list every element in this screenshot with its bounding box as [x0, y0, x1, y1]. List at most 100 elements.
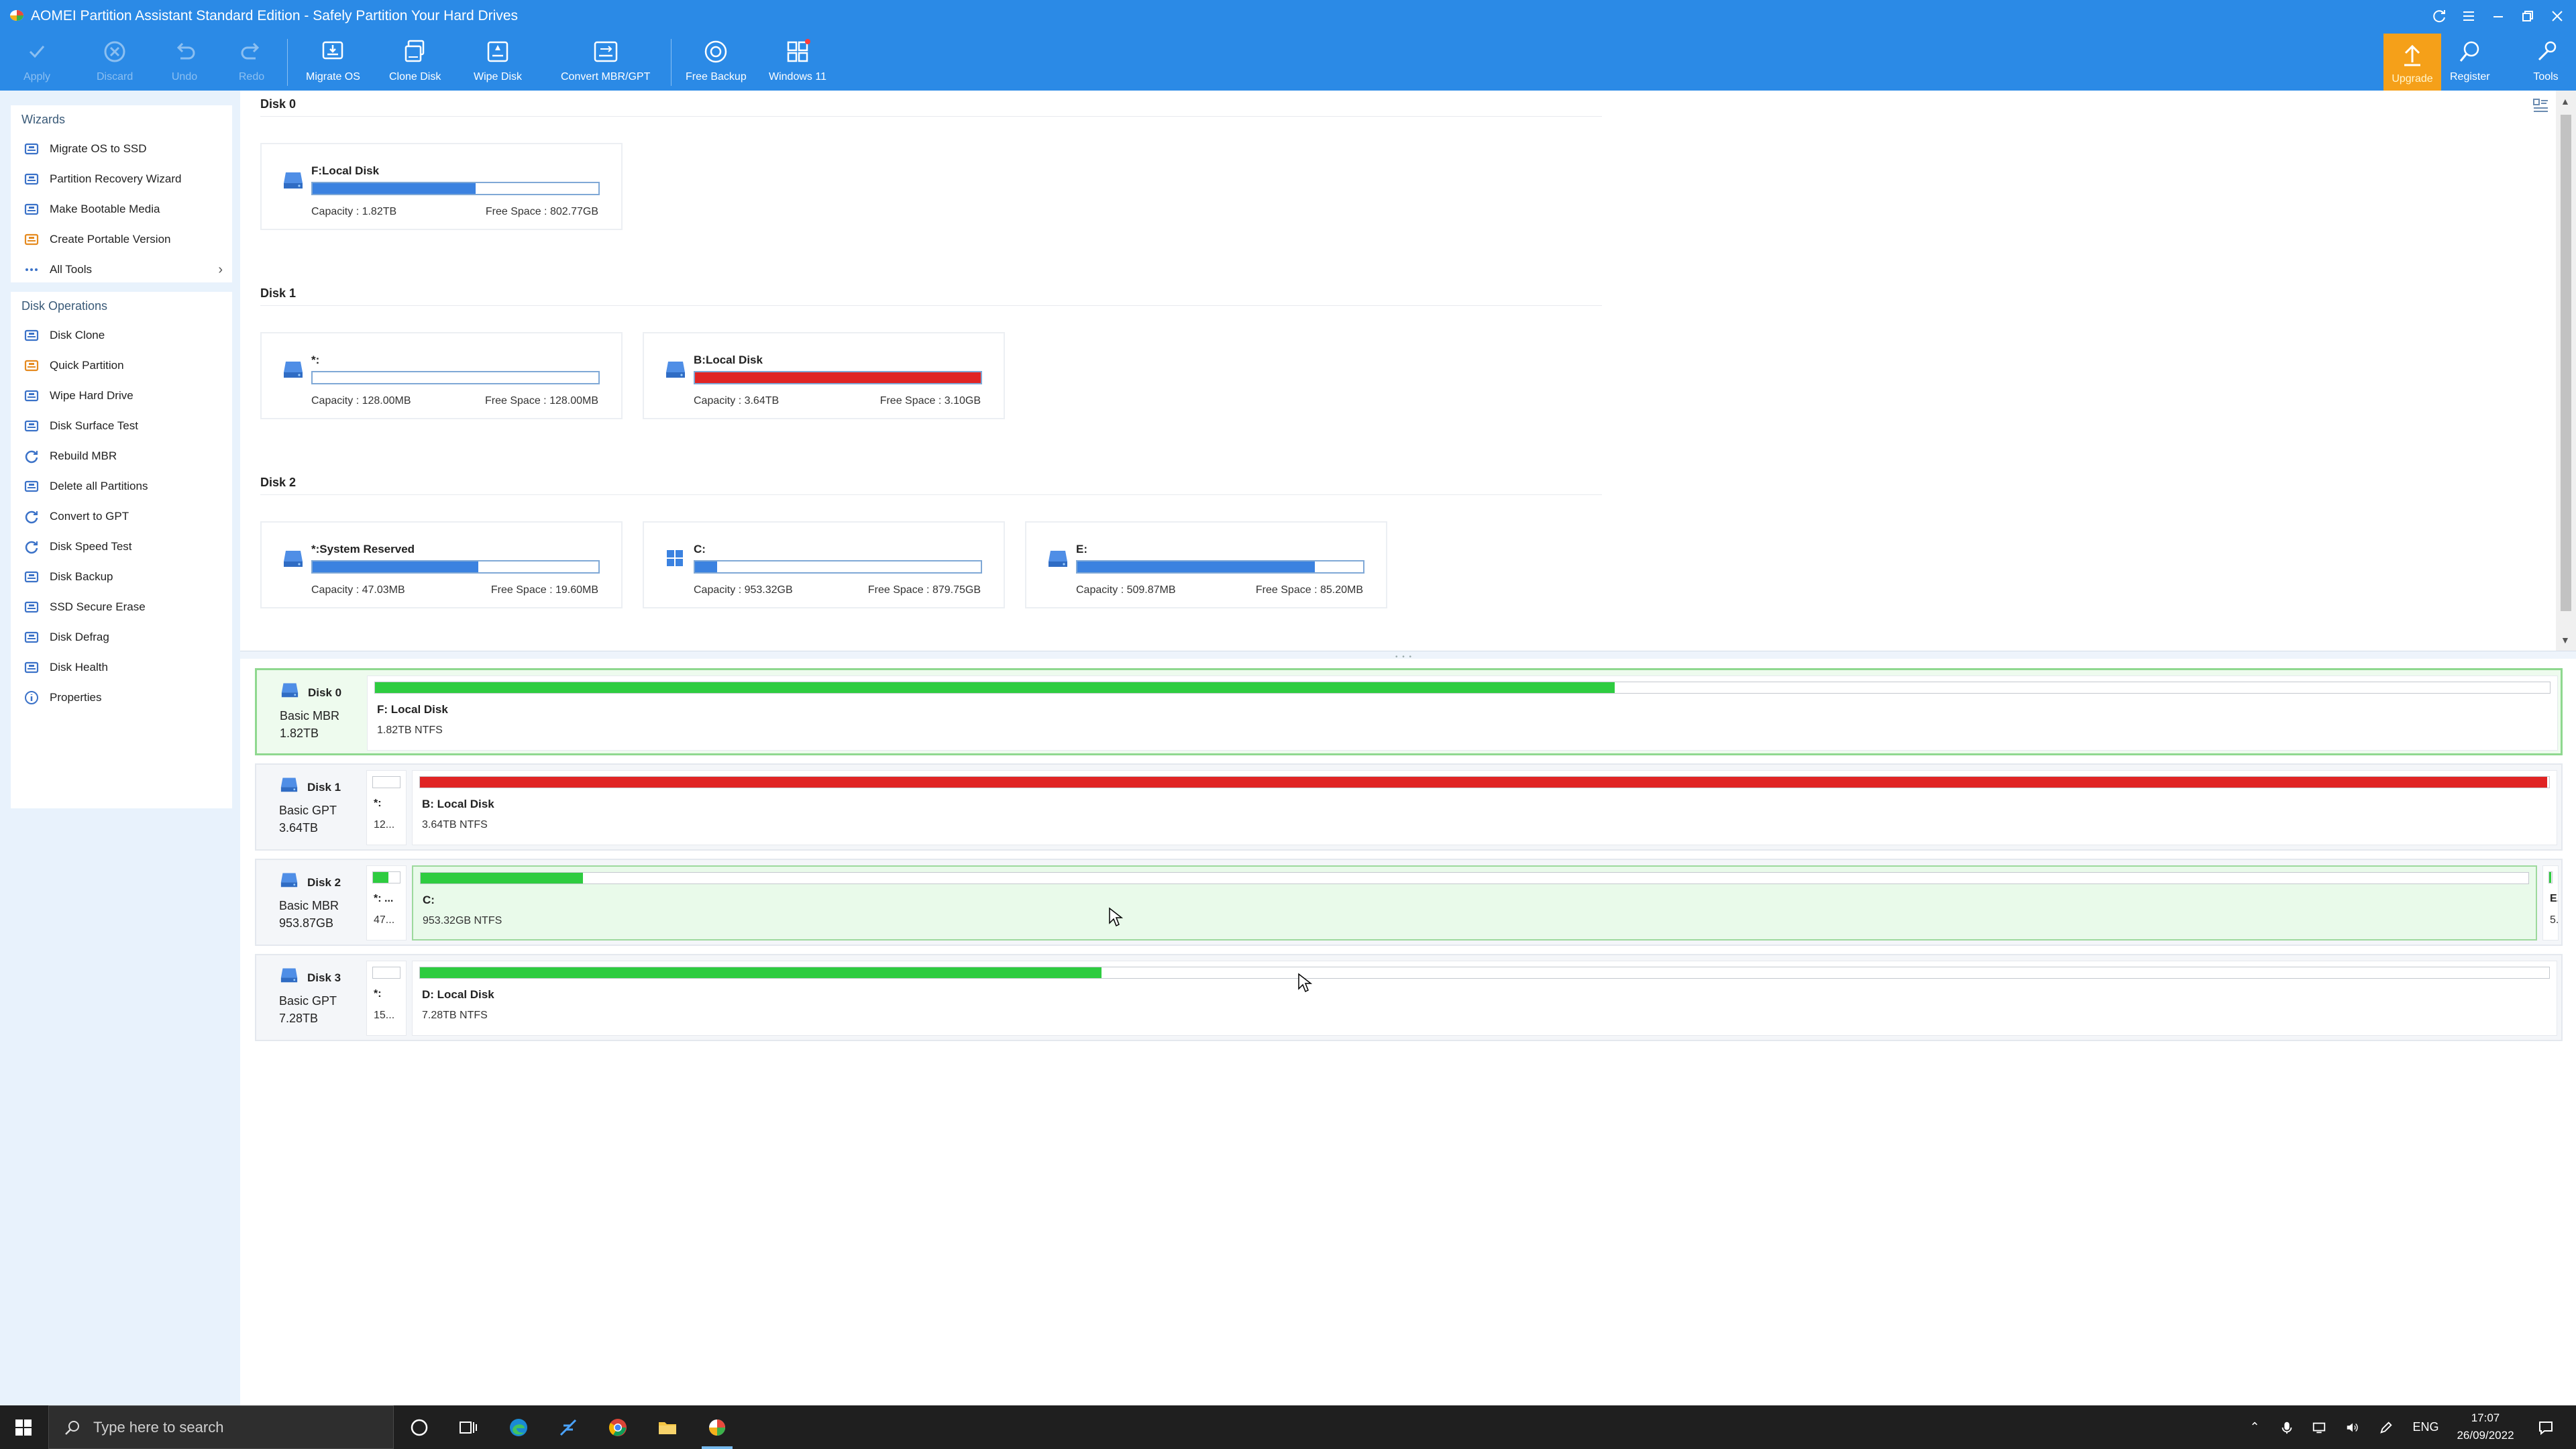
tools-button[interactable]: Tools: [2529, 35, 2563, 90]
sidebar-item-create-portable-version[interactable]: Create Portable Version: [11, 224, 232, 254]
sidebar-item-convert-to-gpt[interactable]: Convert to GPT: [11, 501, 232, 531]
scroll-up-icon[interactable]: ▲: [2561, 96, 2570, 107]
wipe-disk-button[interactable]: Wipe Disk: [474, 35, 522, 90]
view-toggle-icon[interactable]: [2532, 97, 2549, 115]
sidebar-item-all-tools[interactable]: All Tools ›: [11, 254, 232, 284]
partition-name: E:: [1076, 543, 1087, 555]
sidebar-item-disk-speed-test[interactable]: Disk Speed Test: [11, 531, 232, 561]
disk-type: Basic GPT: [279, 804, 337, 817]
network-tray-button[interactable]: [2308, 1405, 2330, 1449]
microphone-tray-button[interactable]: [2275, 1405, 2298, 1449]
start-button[interactable]: [0, 1405, 47, 1449]
redo-button[interactable]: Redo: [235, 35, 268, 90]
partition-block[interactable]: *: 15...: [366, 961, 407, 1036]
sidebar-item-ssd-secure-erase[interactable]: SSD Secure Erase: [11, 592, 232, 622]
sidebar-item-label: Make Bootable Media: [50, 202, 160, 215]
app-taskbar-button[interactable]: [543, 1405, 593, 1449]
sidebar-item-delete-all-partitions[interactable]: Delete all Partitions: [11, 471, 232, 501]
minimize-button[interactable]: [2486, 5, 2510, 27]
sidebar-item-disk-clone[interactable]: Disk Clone: [11, 320, 232, 350]
sidebar-item-label: Quick Partition: [50, 358, 124, 372]
task-view-button[interactable]: [443, 1405, 492, 1449]
sidebar-item-quick-partition[interactable]: Quick Partition: [11, 350, 232, 380]
volume-tray-button[interactable]: [2341, 1405, 2364, 1449]
close-button[interactable]: [2545, 5, 2569, 27]
cortana-button[interactable]: [394, 1405, 444, 1449]
notifications-button[interactable]: [2529, 1405, 2563, 1449]
show-hidden-icons-button[interactable]: ⌃: [2243, 1405, 2266, 1449]
partition-block[interactable]: *: 12...: [366, 770, 407, 845]
sidebar-item-disk-defrag[interactable]: Disk Defrag: [11, 622, 232, 652]
undo-icon: [176, 42, 195, 60]
register-button[interactable]: Register: [2450, 35, 2490, 90]
partition-card[interactable]: E: Capacity : 509.87MB Free Space : 85.20M…: [1025, 521, 1387, 608]
sidebar-item-disk-surface-test[interactable]: Disk Surface Test: [11, 411, 232, 441]
sidebar-item-make-bootable-media[interactable]: Make Bootable Media: [11, 194, 232, 224]
disk-info[interactable]: Disk 3 Basic GPT 7.28TB: [256, 955, 364, 1040]
disk-info[interactable]: Disk 2 Basic MBR 953.87GB: [256, 860, 364, 945]
partition-card[interactable]: B:Local Disk Capacity : 3.64TB Free Space …: [643, 332, 1005, 419]
sidebar-item-disk-health[interactable]: Disk Health: [11, 652, 232, 682]
migrate-os-button[interactable]: Migrate OS: [306, 35, 360, 90]
scroll-down-icon[interactable]: ▼: [2561, 635, 2570, 645]
secure-erase-icon: [24, 601, 39, 612]
windows11-label: Windows 11: [769, 71, 826, 83]
sidebar-item-label: Migrate OS to SSD: [50, 142, 147, 155]
undo-button[interactable]: Undo: [168, 35, 201, 90]
aomei-taskbar-button[interactable]: [692, 1405, 742, 1449]
menu-button[interactable]: [2457, 5, 2481, 27]
partition-card[interactable]: F:Local Disk Capacity : 1.82TB Free Space …: [260, 143, 623, 230]
chrome-taskbar-button[interactable]: [593, 1405, 643, 1449]
partition-description: 47...: [374, 914, 395, 926]
partition-block[interactable]: *: ... 47...: [366, 865, 407, 941]
vertical-scrollbar[interactable]: ▲ ▼: [2556, 91, 2576, 651]
sidebar-item-wipe-hard-drive[interactable]: Wipe Hard Drive: [11, 380, 232, 411]
disk-info[interactable]: Disk 1 Basic GPT 3.64TB: [256, 765, 364, 849]
scroll-thumb[interactable]: [2561, 115, 2571, 611]
edge-taskbar-button[interactable]: [494, 1405, 543, 1449]
language-indicator[interactable]: ENG: [2407, 1405, 2445, 1449]
usage-bar: [420, 872, 2529, 884]
partition-block[interactable]: D: Local Disk 7.28TB NTFS: [412, 961, 2557, 1036]
disk-row[interactable]: Disk 3 Basic GPT 7.28TB *: 15... D: Local Dis…: [255, 954, 2563, 1041]
discard-button[interactable]: Discard: [97, 35, 133, 90]
clone-disk-button[interactable]: Clone Disk: [389, 35, 441, 90]
language-label: ENG: [2412, 1420, 2439, 1434]
partition-description: 3.64TB NTFS: [422, 819, 488, 830]
pen-tray-button[interactable]: [2375, 1405, 2398, 1449]
folder-icon: [659, 1421, 676, 1434]
partition-card[interactable]: C: Capacity : 953.32GB Free Space : 879.75…: [643, 521, 1005, 608]
upgrade-button[interactable]: Upgrade: [2383, 34, 2441, 91]
partition-card[interactable]: *:System Reserved Capacity : 47.03MB Free …: [260, 521, 623, 608]
disk-size: 3.64TB: [279, 821, 319, 835]
partition-block[interactable]: E. 5.: [2542, 865, 2559, 941]
windows11-button[interactable]: Windows 11: [769, 35, 826, 90]
partition-card[interactable]: *: Capacity : 128.00MB Free Space : 128.00…: [260, 332, 623, 419]
convert-mbr-gpt-button[interactable]: Convert MBR/GPT: [561, 35, 650, 90]
sidebar-item-label: Properties: [50, 690, 102, 704]
disk-row[interactable]: Disk 1 Basic GPT 3.64TB *: 12... B: Local Dis…: [255, 763, 2563, 851]
taskbar-clock[interactable]: 17:07 26/09/2022: [2449, 1409, 2522, 1444]
refresh-button[interactable]: [2427, 5, 2451, 27]
apply-button[interactable]: Apply: [20, 35, 54, 90]
disk-row[interactable]: Disk 2 Basic MBR 953.87GB *: ... 47... C: 953.…: [255, 859, 2563, 946]
taskbar-search-box[interactable]: Type here to search: [48, 1405, 394, 1449]
sidebar-item-properties[interactable]: Properties: [11, 682, 232, 712]
capacity-label: Capacity : 128.00MB: [311, 395, 411, 407]
discard-icon: [104, 41, 125, 62]
maximize-button[interactable]: [2516, 5, 2540, 27]
sidebar-item-migrate-os-to-ssd[interactable]: Migrate OS to SSD: [11, 133, 232, 164]
sidebar-item-partition-recovery-wizard[interactable]: Partition Recovery Wizard: [11, 164, 232, 194]
network-icon: [2312, 1422, 2326, 1433]
disk-row[interactable]: Disk 0 Basic MBR 1.82TB F: Local Disk 1.82TB…: [255, 668, 2563, 755]
partition-block[interactable]: F: Local Disk 1.82TB NTFS: [367, 676, 2558, 751]
partition-block[interactable]: C: 953.32GB NTFS: [412, 865, 2537, 941]
panel-splitter[interactable]: • • •: [240, 651, 2576, 661]
sidebar-item-disk-backup[interactable]: Disk Backup: [11, 561, 232, 592]
free-backup-button[interactable]: Free Backup: [686, 35, 747, 90]
disk-info[interactable]: Disk 0 Basic MBR 1.82TB: [257, 670, 364, 753]
sidebar-item-rebuild-mbr[interactable]: Rebuild MBR: [11, 441, 232, 471]
file-explorer-button[interactable]: [643, 1405, 692, 1449]
backup-icon: [705, 40, 727, 63]
partition-block[interactable]: B: Local Disk 3.64TB NTFS: [412, 770, 2557, 845]
